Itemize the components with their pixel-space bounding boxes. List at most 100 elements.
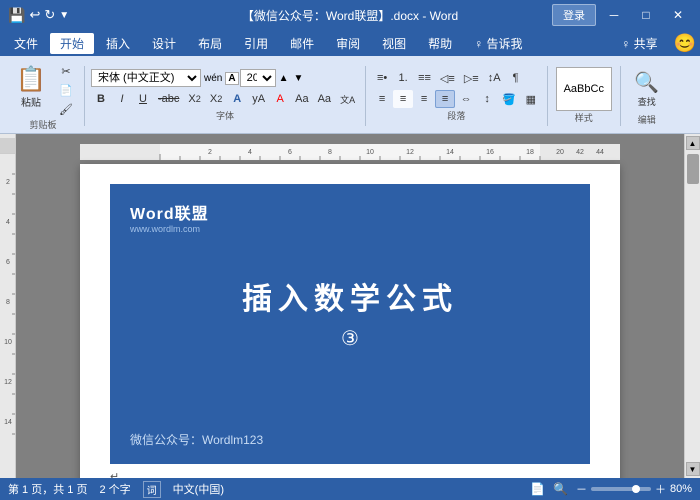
change-case-button[interactable]: Aa [314,90,335,108]
zoom-out-icon[interactable]: － [576,481,587,497]
close-button[interactable]: ✕ [664,5,692,25]
menu-insert[interactable]: 插入 [96,33,140,54]
menu-review[interactable]: 审阅 [326,33,370,54]
scroll-thumb[interactable] [687,154,699,184]
increase-indent-button[interactable]: ▷≡ [460,69,483,87]
styles-gallery[interactable]: AaBbCc [556,67,612,111]
zoom-slider[interactable] [591,487,651,491]
sort-button[interactable]: ↕A [484,69,505,87]
svg-text:8: 8 [6,299,10,306]
minimize-button[interactable]: － [600,5,628,25]
phonetic-button[interactable]: 文A [336,90,359,108]
menu-references[interactable]: 引用 [234,33,278,54]
input-mode-icon: 词 [143,481,161,498]
customize-icon[interactable]: ▼ [59,10,69,21]
zoom-in-icon[interactable]: ＋ [655,481,666,497]
svg-text:2: 2 [208,149,212,156]
menu-view[interactable]: 视图 [372,33,416,54]
menu-layout[interactable]: 布局 [188,33,232,54]
bullets-button[interactable]: ≡• [372,69,392,87]
italic-button[interactable]: I [112,90,132,108]
menu-share[interactable]: ♀ 共享 [611,33,667,54]
font-size-selector[interactable]: 20 [240,69,276,87]
copy-button[interactable]: 📄 [55,81,77,99]
subscript-button[interactable]: X2 [184,90,204,108]
body-area: 2 4 6 8 10 12 [0,134,700,478]
align-right-button[interactable]: ≡ [414,90,434,108]
scroll-up-button[interactable]: ▲ [686,136,700,150]
ribbon-sep-3 [547,66,548,126]
paste-label: 粘贴 [21,94,41,109]
font-selector[interactable]: 宋体 (中文正文) [91,69,201,87]
find-button[interactable]: 🔍 查找 [627,65,666,113]
text-effects-button[interactable]: A [227,90,247,108]
menu-design[interactable]: 设计 [142,33,186,54]
svg-text:4: 4 [248,149,252,156]
paste-button[interactable]: 📋 粘贴 [9,60,53,114]
ribbon-sep-4 [620,66,621,126]
document-page[interactable]: Word联盟 www.wordlm.com 插入数学公式 ③ 微信公众号：Wor… [80,164,620,478]
increase-font-icon[interactable]: ▲ [277,73,291,84]
zoom-thumb [632,485,640,493]
show-marks-button[interactable]: ¶ [506,69,526,87]
font-color-button[interactable]: A [270,90,290,108]
svg-text:14: 14 [4,419,12,426]
document-banner: Word联盟 www.wordlm.com 插入数学公式 ③ 微信公众号：Wor… [110,184,590,464]
svg-text:20: 20 [556,149,564,156]
cut-button[interactable]: ✂ [55,62,77,80]
bold-button[interactable]: B [91,90,111,108]
decrease-indent-button[interactable]: ◁≡ [436,69,459,87]
menu-file[interactable]: 文件 [4,33,48,54]
border-button[interactable]: ▦ [521,90,541,108]
language-info: 中文(中国) [173,481,224,497]
maximize-button[interactable]: □ [632,5,660,25]
find-label: 查找 [638,95,656,108]
window-title: 【微信公众号：Word联盟】.docx - Word [242,7,458,24]
menu-mailings[interactable]: 邮件 [280,33,324,54]
menu-help[interactable]: 帮助 [418,33,462,54]
superscript-button[interactable]: X2 [206,90,226,108]
decrease-font-icon[interactable]: ▼ [292,73,306,84]
login-button[interactable]: 登录 [552,4,596,26]
justify-button[interactable]: ≡ [435,90,455,108]
search-icon: 🔍 [634,70,659,95]
document-view-icon[interactable]: 📄 [530,482,545,496]
format-painter-button[interactable]: 🖌 [55,100,77,118]
word-count: 2 个字 [99,481,130,497]
paragraph-mark: ↵ [110,470,590,478]
horizontal-ruler: 2 4 6 8 10 12 [80,144,620,160]
strikethrough-button[interactable]: -abc [154,90,183,108]
distribute-button[interactable]: ⇔ [456,90,476,108]
save-icon[interactable]: 💾 [8,7,25,24]
svg-text:10: 10 [4,339,12,346]
banner-logo: Word联盟 www.wordlm.com [130,200,209,234]
vertical-scrollbar[interactable]: ▲ ▼ [684,134,700,478]
multilevel-list-button[interactable]: ≡≡ [414,69,435,87]
document-scroll-area[interactable]: 2 4 6 8 10 12 [16,134,684,478]
smiley-icon: 😊 [674,33,696,54]
svg-text:6: 6 [288,149,292,156]
zoom-control[interactable]: － ＋ 80% [576,481,692,497]
menu-home[interactable]: 开始 [50,33,94,54]
redo-icon[interactable]: ↻ [44,7,55,23]
align-left-button[interactable]: ≡ [372,90,392,108]
font-format-a[interactable]: A [225,72,238,85]
align-center-button[interactable]: ≡ [393,90,413,108]
underline-button[interactable]: U [133,90,153,108]
clear-format-button[interactable]: Aa [291,90,312,108]
numbering-button[interactable]: 1. [393,69,413,87]
fill-color-button[interactable]: 🪣 [498,90,520,108]
line-spacing-button[interactable]: ↕ [477,90,497,108]
window-controls-right: 登录 － □ ✕ [552,4,692,26]
paste-icon: 📋 [16,65,46,94]
banner-logo-row: Word联盟 www.wordlm.com [130,200,570,234]
undo-icon[interactable]: ↩ [29,7,40,23]
focus-mode-icon[interactable]: 🔍 [553,482,568,496]
svg-text:12: 12 [406,149,414,156]
zoom-percentage: 80% [670,483,692,495]
menu-tellme[interactable]: ♀ 告诉我 [464,33,532,54]
highlight-color-button[interactable]: yA [248,90,269,108]
svg-text:10: 10 [366,149,374,156]
menu-bar: 文件 开始 插入 设计 布局 引用 邮件 审阅 视图 帮助 ♀ 告诉我 ♀ 共享… [0,30,700,56]
scroll-down-button[interactable]: ▼ [686,462,700,476]
